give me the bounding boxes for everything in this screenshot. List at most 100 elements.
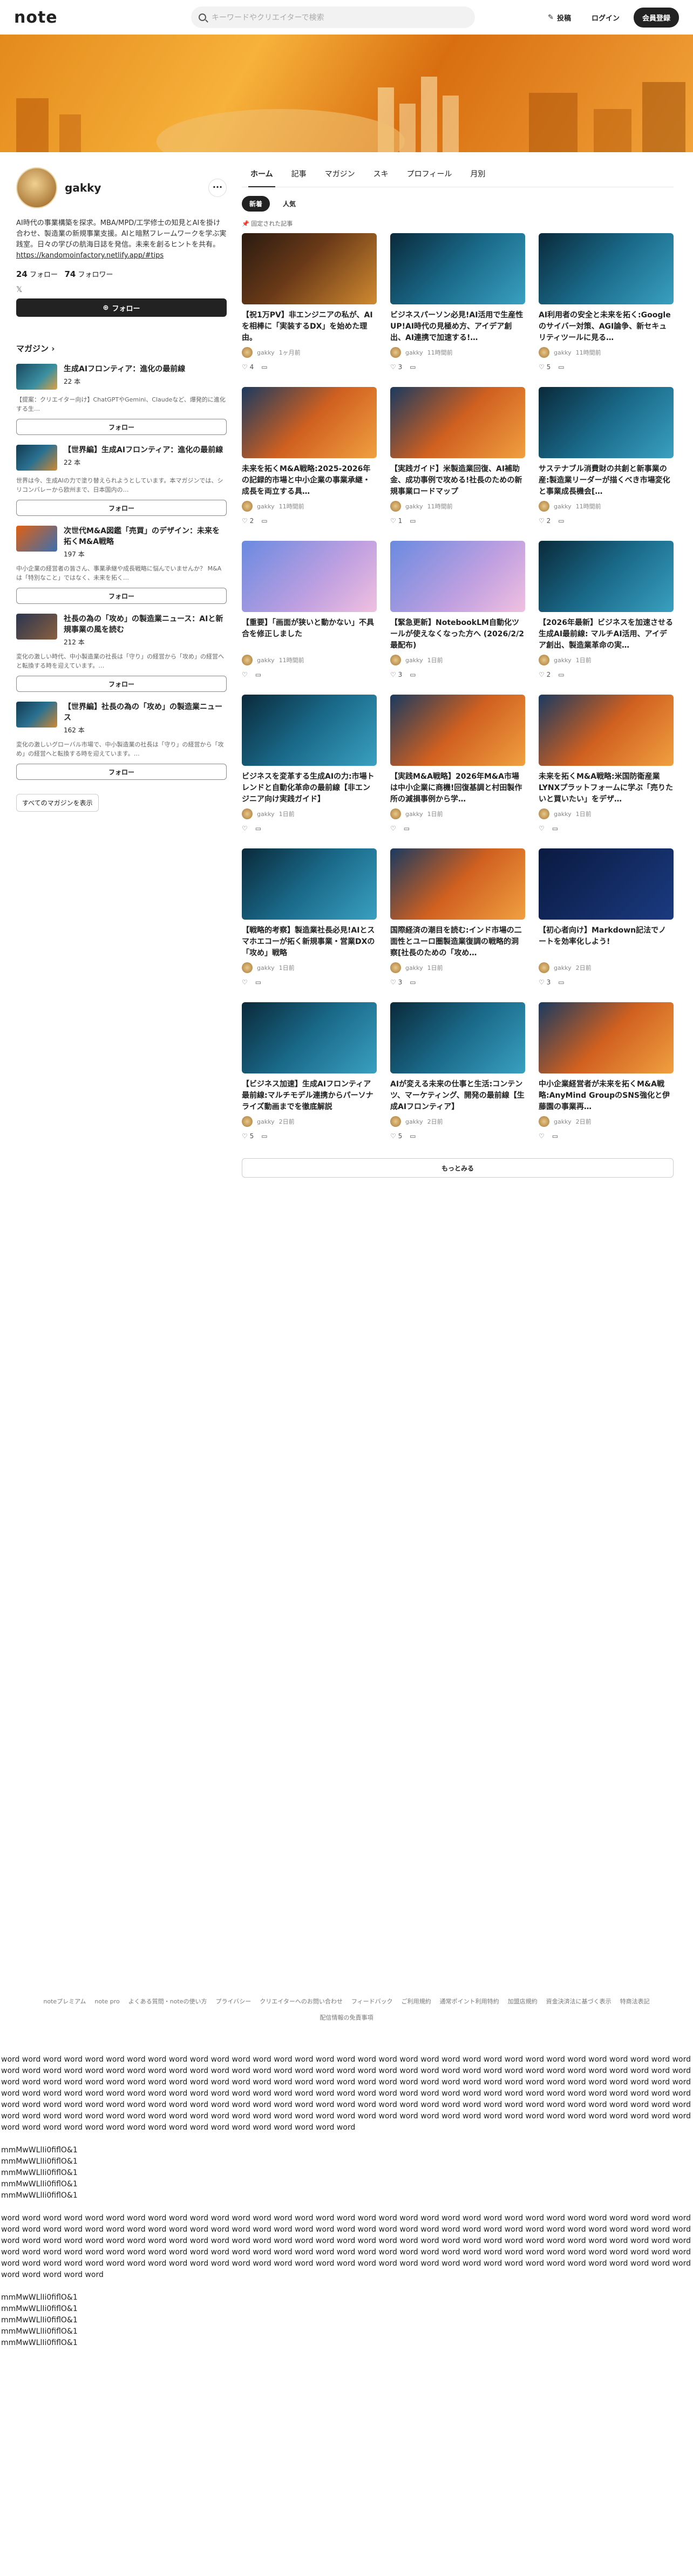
- like-button[interactable]: ♡ 2: [539, 671, 551, 678]
- author-avatar[interactable]: [390, 962, 401, 973]
- article-title[interactable]: ビジネスパーソン必見!AI活用で生産性UP!AI時代の見極め方、アイデア創出、A…: [390, 310, 525, 344]
- article-thumbnail[interactable]: [390, 541, 525, 612]
- comment-icon[interactable]: ▭: [552, 1132, 558, 1140]
- like-button[interactable]: ♡ 3: [390, 978, 402, 986]
- magazine-row[interactable]: 社長の為の「攻め」の製造業ニュース：AIと新規事業の風を読む 212 本: [16, 614, 227, 647]
- comment-icon[interactable]: ▭: [261, 517, 267, 525]
- author-name[interactable]: gakky: [257, 503, 275, 510]
- like-button[interactable]: ♡ 1: [390, 517, 402, 525]
- article-thumbnail[interactable]: [539, 233, 674, 304]
- author-avatar[interactable]: [539, 501, 549, 512]
- magazine-title[interactable]: 次世代M&A図鑑「売買」のデザイン：未来を拓くM&A戦略: [64, 526, 227, 547]
- magazine-row[interactable]: 次世代M&A図鑑「売買」のデザイン：未来を拓くM&A戦略 197 本: [16, 526, 227, 559]
- post-button[interactable]: ✎ 投稿: [541, 8, 578, 27]
- author-avatar[interactable]: [390, 655, 401, 665]
- author-avatar[interactable]: [539, 1116, 549, 1127]
- like-button[interactable]: ♡ 5: [539, 363, 551, 371]
- like-button[interactable]: ♡ 5: [390, 1132, 402, 1140]
- comment-icon[interactable]: ▭: [410, 517, 416, 525]
- comment-icon[interactable]: ▭: [261, 1132, 267, 1140]
- article-title[interactable]: 【重要】「画面が狭いと動かない」不具合を修正しました: [242, 617, 377, 651]
- like-button[interactable]: ♡ 4: [242, 363, 254, 371]
- profile-name[interactable]: gakky: [65, 181, 201, 194]
- comment-icon[interactable]: ▭: [255, 978, 261, 986]
- article-thumbnail[interactable]: [539, 387, 674, 458]
- article-card[interactable]: 【実践M&A戦略】2026年M&A市場は中小企業に商機!回復基調と村田製作所の減…: [390, 695, 525, 832]
- article-title[interactable]: サステナブル消費財の共創と新事業の産:製造業リーダーが描くべき市場変化と事業成長…: [539, 464, 674, 498]
- footer-link[interactable]: 特商法表記: [620, 1998, 650, 2005]
- author-name[interactable]: gakky: [257, 349, 275, 356]
- like-button[interactable]: ♡ 3: [390, 671, 402, 678]
- author-name[interactable]: gakky: [257, 964, 275, 971]
- article-title[interactable]: ビジネスを変革する生成AIの力:市場トレンドと自動化革命の最前線【非エンジニア向…: [242, 771, 377, 805]
- footer-link[interactable]: note pro: [94, 1998, 119, 2005]
- comment-icon[interactable]: ▭: [558, 671, 564, 678]
- author-name[interactable]: gakky: [405, 964, 423, 971]
- author-avatar[interactable]: [242, 962, 253, 973]
- like-button[interactable]: ♡ 3: [390, 363, 402, 371]
- article-thumbnail[interactable]: [539, 1002, 674, 1073]
- footer-link[interactable]: 通常ポイント利用特約: [440, 1998, 499, 2005]
- article-card[interactable]: 【初心者向け】Markdown記法でノートを効率化しよう! gakky 2日前 ♡ 3…: [539, 848, 674, 986]
- article-thumbnail[interactable]: [390, 233, 525, 304]
- magazine-heading[interactable]: マガジン ›: [16, 343, 227, 354]
- more-menu-icon[interactable]: ···: [208, 179, 227, 197]
- article-thumbnail[interactable]: [242, 233, 377, 304]
- article-card[interactable]: 【緊急更新】NotebookLM自動化ツールが使えなくなった方へ (2026/2…: [390, 541, 525, 678]
- magazine-follow-button[interactable]: フォロー: [16, 676, 227, 692]
- profile-link[interactable]: https://kandomoinfactory.netlify.app/#ti…: [16, 252, 164, 260]
- magazine-follow-button[interactable]: フォロー: [16, 500, 227, 516]
- magazine-row[interactable]: 【世界編】生成AIフロンティア：進化の最前線 22 本: [16, 445, 227, 471]
- footer-link[interactable]: noteプレミアム: [43, 1998, 86, 2005]
- like-button[interactable]: ♡: [539, 1132, 545, 1140]
- magazine-title[interactable]: 生成AIフロンティア：進化の最前線: [64, 364, 185, 375]
- author-avatar[interactable]: [539, 655, 549, 665]
- article-thumbnail[interactable]: [390, 848, 525, 920]
- magazine-row[interactable]: 【世界編】社長の為の「攻め」の製造業ニュース 162 本: [16, 702, 227, 735]
- tab-1[interactable]: 記事: [291, 168, 307, 179]
- comment-icon[interactable]: ▭: [255, 825, 261, 832]
- author-avatar[interactable]: [242, 808, 253, 819]
- article-card[interactable]: 中小企業経営者が未来を拓くM&A戦略:AnyMind GroupのSNS強化と伊…: [539, 1002, 674, 1140]
- magazine-title[interactable]: 【世界編】社長の為の「攻め」の製造業ニュース: [64, 702, 227, 723]
- magazine-thumbnail[interactable]: [16, 526, 57, 552]
- footer-link[interactable]: 配信情報の免責事項: [320, 2014, 373, 2021]
- author-name[interactable]: gakky: [405, 811, 423, 818]
- footer-link[interactable]: クリエイターへのお問い合わせ: [260, 1998, 343, 2005]
- like-button[interactable]: ♡: [242, 671, 248, 678]
- author-name[interactable]: gakky: [405, 1118, 423, 1125]
- author-avatar[interactable]: [242, 655, 253, 665]
- sort-pill-1[interactable]: 人気: [275, 196, 303, 212]
- article-title[interactable]: 未来を拓くM&A戦略:2025-2026年の記録的市場と中小企業の事業承継・成長…: [242, 464, 377, 498]
- article-card[interactable]: 【戦略的考察】製造業社長必見!AIとスマホエコーが拓く新規事業・営業DXの「攻め…: [242, 848, 377, 986]
- author-avatar[interactable]: [539, 962, 549, 973]
- article-title[interactable]: 中小企業経営者が未来を拓くM&A戦略:AnyMind GroupのSNS強化と伊…: [539, 1079, 674, 1113]
- note-logo[interactable]: note: [14, 8, 58, 27]
- article-title[interactable]: AIが変える未来の仕事と生活:コンテンツ、マーケティング、開発の最前線【生成AI…: [390, 1079, 525, 1113]
- author-name[interactable]: gakky: [405, 503, 423, 510]
- article-card[interactable]: ビジネスを変革する生成AIの力:市場トレンドと自動化革命の最前線【非エンジニア向…: [242, 695, 377, 832]
- tab-2[interactable]: マガジン: [325, 168, 355, 179]
- article-thumbnail[interactable]: [242, 387, 377, 458]
- author-avatar[interactable]: [390, 347, 401, 358]
- article-thumbnail[interactable]: [390, 1002, 525, 1073]
- author-name[interactable]: gakky: [554, 657, 572, 664]
- all-magazines-button[interactable]: すべてのマガジンを表示: [16, 794, 99, 812]
- magazine-row[interactable]: 生成AIフロンティア：進化の最前線 22 本: [16, 364, 227, 390]
- author-name[interactable]: gakky: [554, 811, 572, 818]
- more-button[interactable]: もっとみる: [242, 1158, 674, 1178]
- comment-icon[interactable]: ▭: [410, 671, 416, 678]
- magazine-title[interactable]: 社長の為の「攻め」の製造業ニュース：AIと新規事業の風を読む: [64, 614, 227, 635]
- author-name[interactable]: gakky: [554, 503, 572, 510]
- footer-link[interactable]: 加盟店規約: [508, 1998, 538, 2005]
- follower-label[interactable]: フォロワー: [78, 271, 113, 279]
- author-name[interactable]: gakky: [554, 1118, 572, 1125]
- article-title[interactable]: 【初心者向け】Markdown記法でノートを効率化しよう!: [539, 925, 674, 959]
- signup-button[interactable]: 会員登録: [633, 8, 679, 28]
- comment-icon[interactable]: ▭: [410, 1132, 416, 1140]
- footer-link[interactable]: 資金決済法に基づく表示: [546, 1998, 612, 2005]
- comment-icon[interactable]: ▭: [552, 825, 558, 832]
- article-title[interactable]: AI利用者の安全と未来を拓く:Googleのサイバー対策、AGI論争、新セキュリ…: [539, 310, 674, 344]
- author-name[interactable]: gakky: [405, 657, 423, 664]
- like-button[interactable]: ♡: [390, 825, 396, 832]
